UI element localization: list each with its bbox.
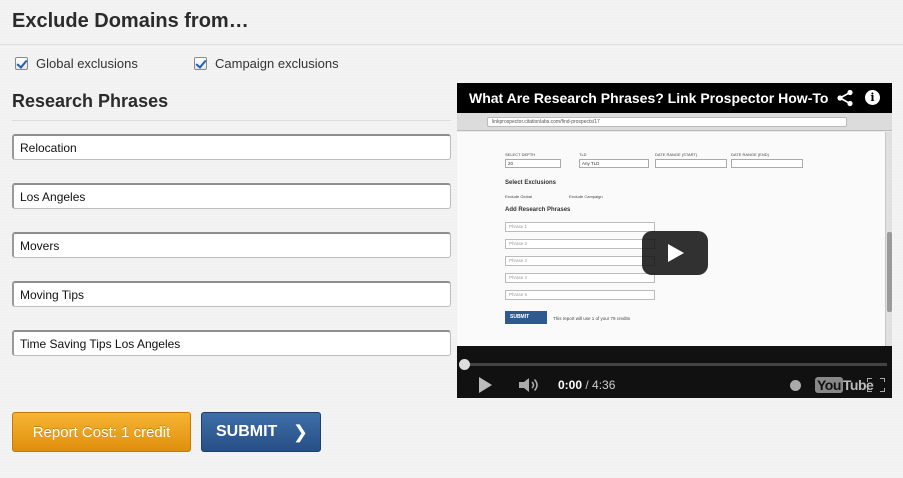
mini-phrase-input: Phrase 3 (505, 256, 655, 266)
phrase-input-2[interactable]: Los Angeles (12, 183, 451, 209)
report-cost-button[interactable]: Report Cost: 1 credit (12, 412, 191, 452)
phrase-input-4[interactable]: Moving Tips (12, 281, 451, 307)
share-icon[interactable] (836, 89, 854, 107)
video-frame[interactable]: linkprospector.citationlabs.com/find-pro… (457, 113, 892, 346)
url-bar: linkprospector.citationlabs.com/find-pro… (487, 117, 847, 127)
youtube-logo-you: You (815, 377, 843, 393)
checkbox-checked-icon[interactable] (15, 57, 28, 70)
date-start-label: DATE RANGE (START) (655, 152, 698, 157)
chevron-right-icon: ❯ (292, 422, 308, 442)
credits-note: This report will use 1 of your 79 credit… (553, 316, 631, 321)
tld-label: TLD (579, 152, 587, 157)
play-control-icon[interactable] (479, 377, 492, 393)
depth-select: 20 (505, 159, 561, 168)
youtube-logo[interactable]: You Tube (815, 377, 874, 393)
add-research-phrases-heading: Add Research Phrases (505, 207, 571, 213)
watch-later-icon[interactable] (790, 380, 801, 391)
global-exclusions-checkbox[interactable]: Global exclusions (15, 56, 138, 71)
time-display: 0:00 / 4:36 (558, 378, 615, 392)
info-icon[interactable]: i (865, 90, 880, 105)
date-end-label: DATE RANGE (END) (731, 152, 769, 157)
browser-toolbar: linkprospector.citationlabs.com/find-pro… (457, 113, 892, 131)
phrase-input-1[interactable]: Relocation (12, 134, 451, 160)
phrase-input-3[interactable]: Movers (12, 232, 451, 258)
checkbox-checked-icon[interactable] (194, 57, 207, 70)
video-player[interactable]: What Are Research Phrases? Link Prospect… (457, 83, 892, 398)
video-title[interactable]: What Are Research Phrases? Link Prospect… (457, 83, 892, 113)
exclude-campaign-label: Exclude Campaign (569, 194, 603, 199)
research-phrases-heading: Research Phrases (12, 91, 169, 111)
divider (12, 120, 451, 121)
mini-phrase-input: Phrase 2 (505, 239, 655, 249)
select-exclusions-heading: Select Exclusions (505, 180, 557, 186)
global-exclusions-label: Global exclusions (36, 56, 138, 71)
video-controls: 0:00 / 4:36 You Tube (457, 346, 892, 398)
date-end-input (731, 159, 803, 168)
progress-bar[interactable] (462, 363, 887, 366)
select-depth-label: SELECT DEPTH (505, 152, 536, 157)
current-time: 0:00 (558, 378, 583, 392)
mini-submit-button: SUBMIT (505, 311, 547, 324)
play-icon[interactable] (642, 231, 708, 275)
campaign-exclusions-label: Campaign exclusions (215, 56, 339, 71)
tld-select: Any TLD (579, 159, 649, 168)
phrase-input-5[interactable]: Time Saving Tips Los Angeles (12, 330, 451, 356)
fullscreen-icon[interactable] (867, 378, 885, 392)
mini-phrase-input: Phrase 1 (505, 222, 655, 232)
mini-phrase-input: Phrase 4 (505, 273, 655, 283)
date-start-input (655, 159, 727, 168)
divider (0, 44, 903, 45)
submit-label: SUBMIT (216, 423, 278, 440)
campaign-exclusions-checkbox[interactable]: Campaign exclusions (194, 56, 339, 71)
mini-phrase-input: Phrase 5 (505, 290, 655, 300)
exclude-domains-heading: Exclude Domains from… (12, 10, 249, 32)
volume-icon[interactable] (519, 377, 541, 393)
scrubber-handle[interactable] (459, 359, 470, 370)
inner-scrollbar (885, 132, 892, 346)
duration: / 4:36 (585, 378, 616, 392)
exclude-global-label: Exclude Global (505, 194, 532, 199)
submit-button[interactable]: SUBMIT ❯ (201, 412, 321, 452)
